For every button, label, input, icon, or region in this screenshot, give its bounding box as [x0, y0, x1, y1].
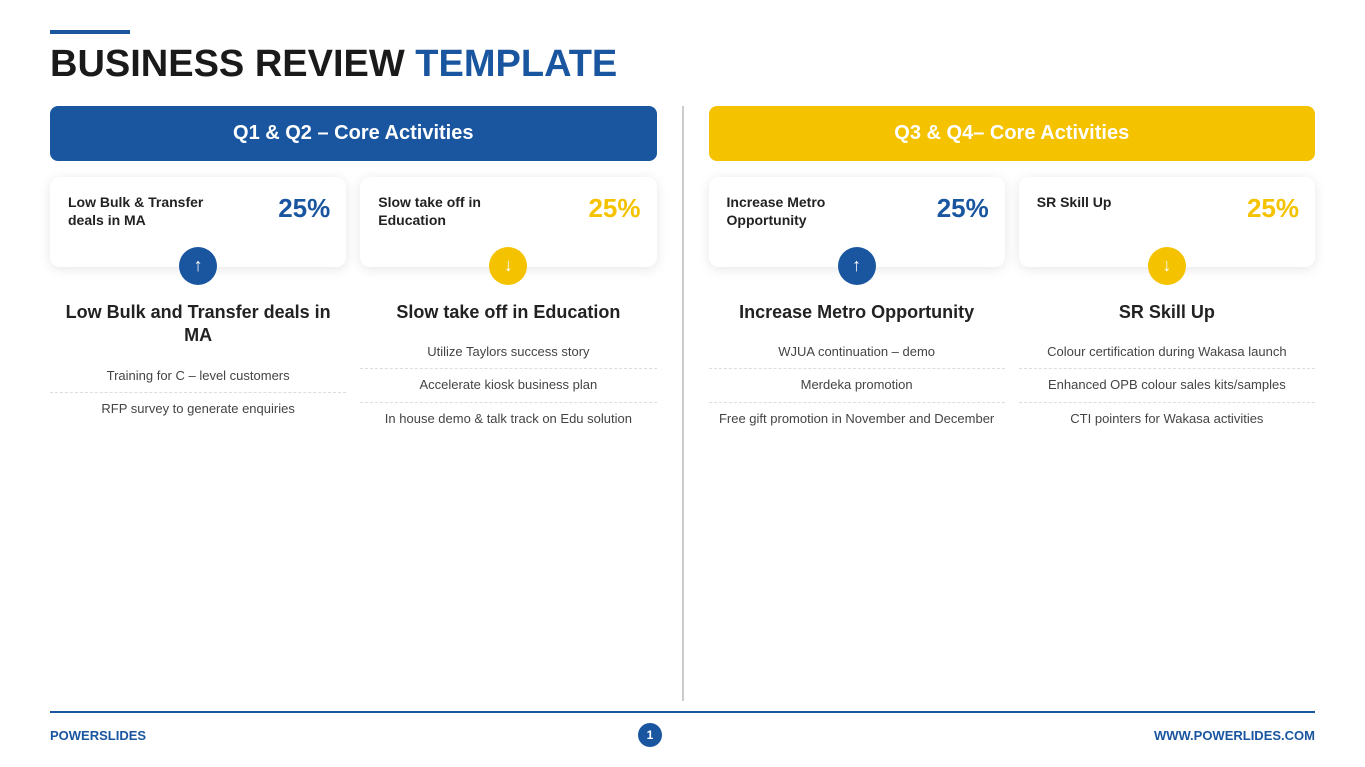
card-sr-skill-icon: ↓ — [1148, 247, 1186, 285]
footer-brand-blue: SLIDES — [99, 728, 146, 743]
list-item: RFP survey to generate enquiries — [50, 393, 346, 425]
list-item: Enhanced OPB colour sales kits/samples — [1019, 369, 1315, 402]
card-metro-icon: ↑ — [838, 247, 876, 285]
right-sub-cols: Increase Metro Opportunity WJUA continua… — [709, 277, 1316, 701]
card-low-bulk-title: Low Bulk & Transfer deals in MA — [68, 193, 237, 229]
left-column: Q1 & Q2 – Core Activities Low Bulk & Tra… — [50, 106, 657, 701]
left-sub-label-1: Low Bulk and Transfer deals in MA — [50, 301, 346, 348]
card-sr-skill: SR Skill Up 25% ↓ — [1019, 177, 1315, 267]
left-sub-cols: Low Bulk and Transfer deals in MA Traini… — [50, 277, 657, 701]
title-black-part: BUSINESS REVIEW — [50, 43, 405, 85]
main-content: Q1 & Q2 – Core Activities Low Bulk & Tra… — [50, 106, 1315, 701]
right-section-header: Q3 & Q4– Core Activities — [709, 106, 1316, 161]
card-sr-skill-percent: 25% — [1247, 193, 1299, 224]
header-accent-line — [50, 30, 130, 34]
right-sub-col-1: Increase Metro Opportunity WJUA continua… — [709, 277, 1005, 701]
footer-url: WWW.POWERLIDES.COM — [1154, 728, 1315, 743]
page-title: BUSINESS REVIEW TEMPLATE — [50, 44, 1315, 86]
right-sub-label-1: Increase Metro Opportunity — [709, 301, 1005, 324]
left-items-list-2: Utilize Taylors success story Accelerate… — [360, 336, 656, 435]
right-column: Q3 & Q4– Core Activities Increase Metro … — [709, 106, 1316, 701]
header: BUSINESS REVIEW TEMPLATE — [50, 30, 1315, 86]
footer-brand: POWERSLIDES — [50, 728, 146, 743]
card-slow-takoff: Slow take off in Education 25% ↓ — [360, 177, 656, 267]
list-item: Accelerate kiosk business plan — [360, 369, 656, 402]
left-sub-col-1: Low Bulk and Transfer deals in MA Traini… — [50, 277, 346, 701]
left-section-header: Q1 & Q2 – Core Activities — [50, 106, 657, 161]
left-sub-col-2: Slow take off in Education Utilize Taylo… — [360, 277, 656, 701]
vertical-divider — [682, 106, 684, 701]
right-items-list-2: Colour certification during Wakasa launc… — [1019, 336, 1315, 435]
left-items-list-1: Training for C – level customers RFP sur… — [50, 360, 346, 425]
right-sub-col-2: SR Skill Up Colour certification during … — [1019, 277, 1315, 701]
list-item: Free gift promotion in November and Dece… — [709, 403, 1005, 435]
left-cards-row: Low Bulk & Transfer deals in MA 25% ↑ Sl… — [50, 177, 657, 267]
list-item: Training for C – level customers — [50, 360, 346, 393]
card-metro-percent: 25% — [937, 193, 989, 224]
footer: POWERSLIDES 1 WWW.POWERLIDES.COM — [50, 711, 1315, 747]
list-item: CTI pointers for Wakasa activities — [1019, 403, 1315, 435]
list-item: Colour certification during Wakasa launc… — [1019, 336, 1315, 369]
card-metro: Increase Metro Opportunity 25% ↑ — [709, 177, 1005, 267]
list-item: In house demo & talk track on Edu soluti… — [360, 403, 656, 435]
right-items-list-1: WJUA continuation – demo Merdeka promoti… — [709, 336, 1005, 435]
title-blue-part: TEMPLATE — [415, 43, 617, 85]
card-slow-takoff-percent: 25% — [588, 193, 640, 224]
list-item: WJUA continuation – demo — [709, 336, 1005, 369]
card-low-bulk: Low Bulk & Transfer deals in MA 25% ↑ — [50, 177, 346, 267]
list-item: Merdeka promotion — [709, 369, 1005, 402]
card-low-bulk-percent: 25% — [278, 193, 330, 224]
right-cards-row: Increase Metro Opportunity 25% ↑ SR Skil… — [709, 177, 1316, 267]
footer-brand-black: POWER — [50, 728, 99, 743]
page: BUSINESS REVIEW TEMPLATE Q1 & Q2 – Core … — [0, 0, 1365, 767]
card-low-bulk-icon: ↑ — [179, 247, 217, 285]
card-sr-skill-title: SR Skill Up — [1037, 193, 1206, 211]
footer-page-number: 1 — [638, 723, 662, 747]
card-slow-takoff-title: Slow take off in Education — [378, 193, 547, 229]
card-metro-title: Increase Metro Opportunity — [727, 193, 896, 229]
right-sub-label-2: SR Skill Up — [1019, 301, 1315, 324]
left-sub-label-2: Slow take off in Education — [360, 301, 656, 324]
list-item: Utilize Taylors success story — [360, 336, 656, 369]
card-slow-takoff-icon: ↓ — [489, 247, 527, 285]
